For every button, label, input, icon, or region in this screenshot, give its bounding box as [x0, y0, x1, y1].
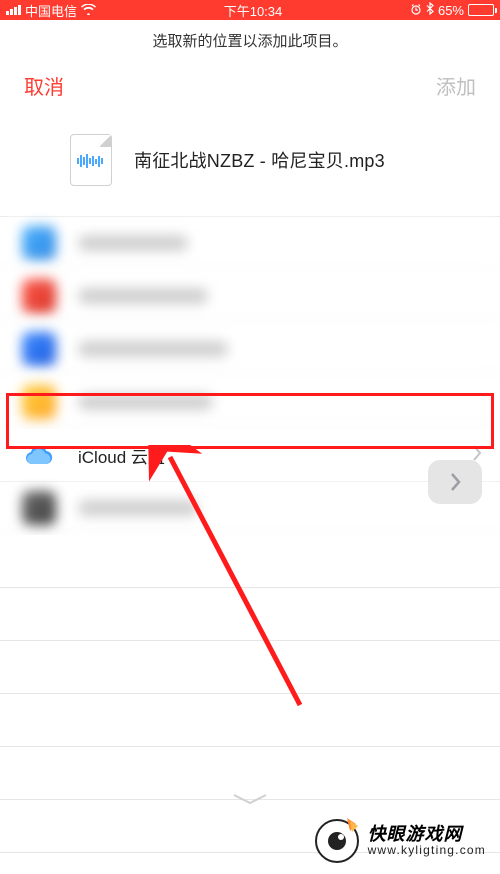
- watermark: 快眼游戏网 www.kyligting.com: [314, 818, 486, 864]
- battery-icon: [468, 4, 494, 16]
- chevron-down-icon: [230, 793, 270, 812]
- list-item-label: [78, 500, 198, 516]
- status-bar-left: 中国电信: [6, 1, 96, 20]
- list-item[interactable]: [0, 376, 500, 429]
- app-icon: [22, 332, 56, 366]
- cancel-button[interactable]: 取消: [24, 71, 64, 100]
- app-icon: [22, 226, 56, 260]
- list-item-empty: [0, 641, 500, 694]
- app-icon: [22, 491, 56, 525]
- list-item-label: iCloud 云盘: [78, 443, 473, 468]
- watermark-url: www.kyligting.com: [368, 844, 486, 857]
- list-item-label: [78, 341, 228, 357]
- list-item-empty: [0, 588, 500, 641]
- signal-icon: [6, 5, 21, 15]
- list-item[interactable]: [0, 270, 500, 323]
- carrier-label: 中国电信: [25, 1, 77, 20]
- file-name-label: 南征北战NZBZ - 哈尼宝贝.mp3: [134, 147, 385, 173]
- nav-bar: 取消 添加: [0, 65, 500, 108]
- app-icon: [22, 385, 56, 419]
- location-list: iCloud 云盘: [0, 217, 500, 853]
- status-bar-right: 65%: [410, 2, 494, 18]
- add-button[interactable]: 添加: [436, 71, 476, 100]
- list-item-icloud[interactable]: iCloud 云盘: [0, 429, 500, 482]
- wifi-icon: [81, 3, 96, 18]
- list-item-empty: [0, 694, 500, 747]
- status-bar: 中国电信 下午10:34 65%: [0, 0, 500, 20]
- app-icon: [22, 279, 56, 313]
- file-preview: 南征北战NZBZ - 哈尼宝贝.mp3: [0, 108, 500, 217]
- list-item[interactable]: [0, 482, 500, 535]
- instruction-text: 选取新的位置以添加此项目。: [0, 20, 500, 65]
- battery-percent: 65%: [438, 3, 464, 18]
- list-item-label: [78, 394, 213, 410]
- list-item-label: [78, 235, 188, 251]
- status-bar-time: 下午10:34: [224, 1, 283, 20]
- bluetooth-icon: [426, 2, 434, 18]
- list-item[interactable]: [0, 217, 500, 270]
- list-item[interactable]: [0, 323, 500, 376]
- icloud-icon: [22, 438, 56, 472]
- watermark-title: 快眼游戏网: [368, 825, 486, 845]
- list-item-empty: [0, 535, 500, 588]
- list-item-label: [78, 288, 208, 304]
- watermark-logo-icon: [314, 818, 360, 864]
- alarm-icon: [410, 3, 422, 18]
- chevron-right-icon[interactable]: [428, 460, 482, 504]
- audio-file-icon: [70, 134, 112, 186]
